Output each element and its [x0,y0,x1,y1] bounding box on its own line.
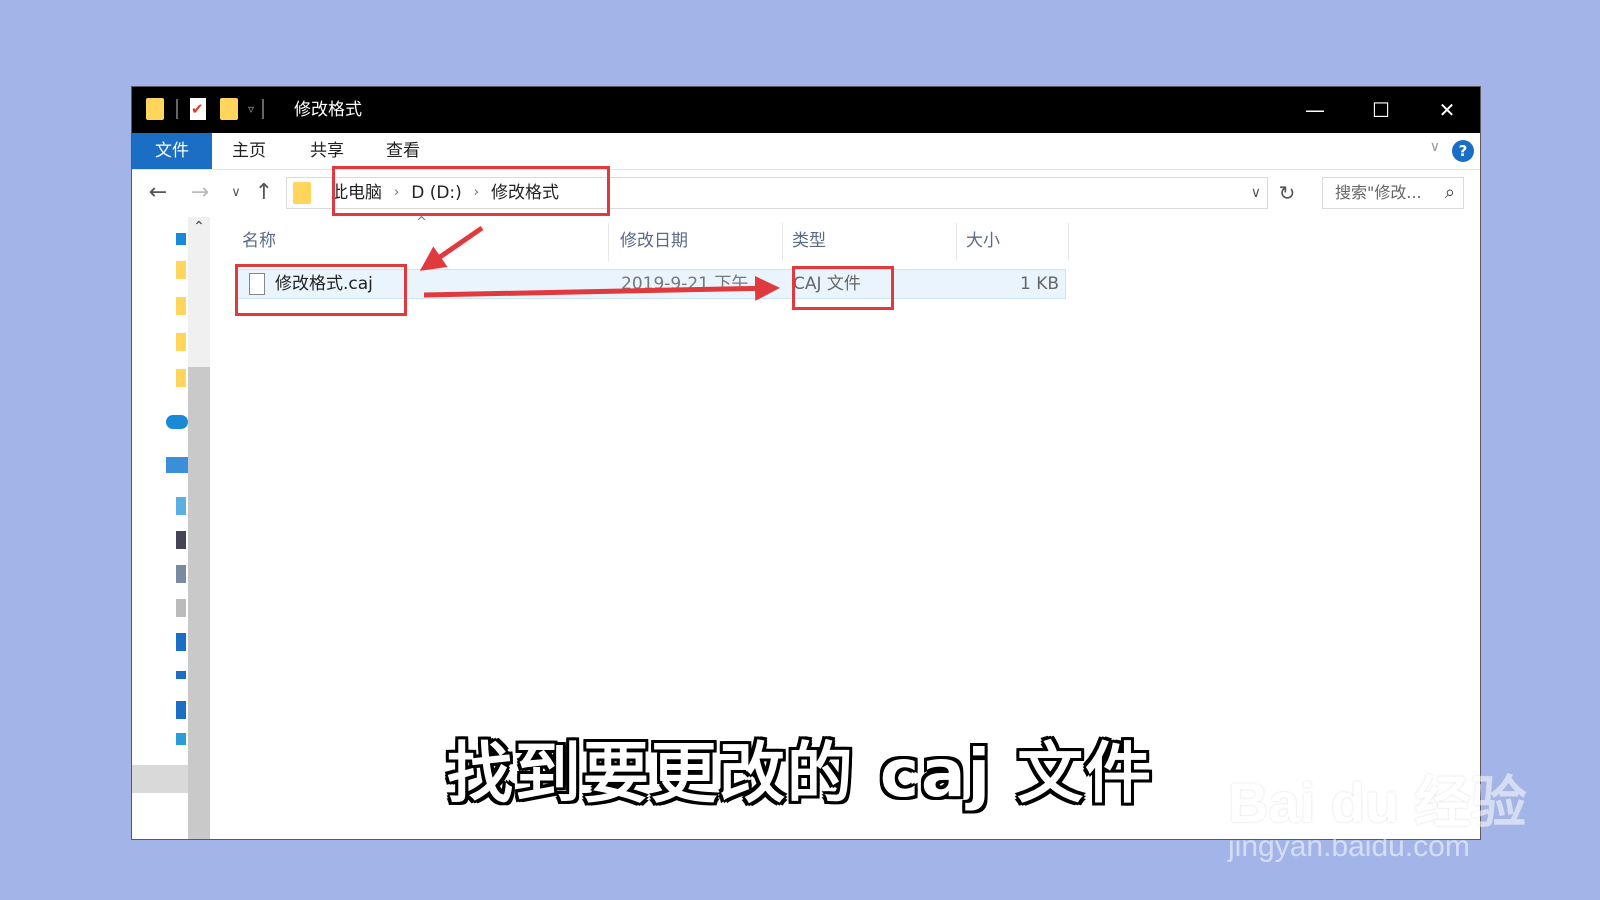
baidu-watermark: Bai du 经验 jingyan.baidu.com [1228,730,1528,870]
highlight-type-box [792,266,894,310]
watermark-brand: Bai du 经验 [1228,771,1527,834]
watermark-url: jingyan.baidu.com [1228,830,1470,863]
arrow-to-type-icon [423,275,780,301]
arrow-to-file-icon [419,225,484,271]
highlight-address-box [332,166,610,216]
highlight-file-box [235,264,407,316]
